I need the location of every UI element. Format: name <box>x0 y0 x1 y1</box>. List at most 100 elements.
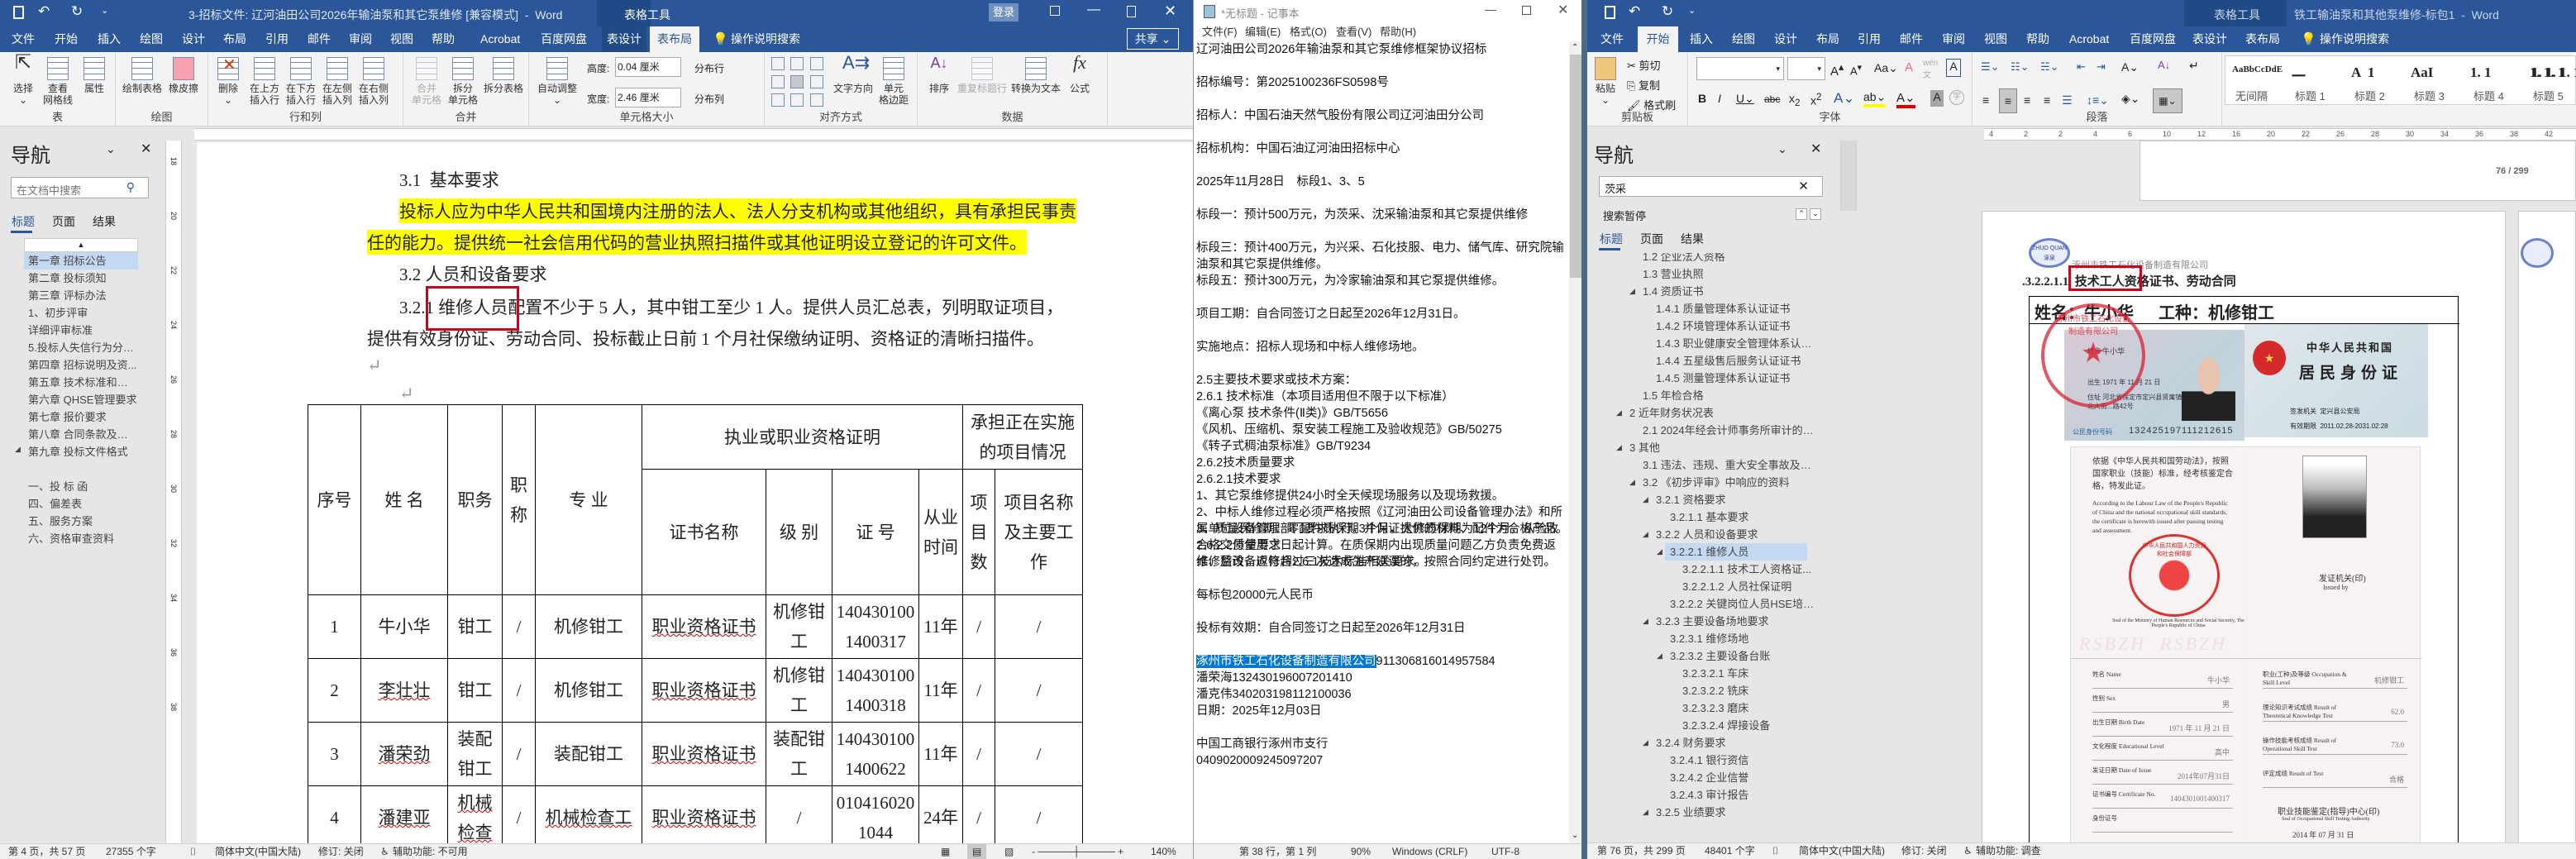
text-direction-button[interactable]: A⇉ 文字方向 <box>832 54 874 95</box>
copy-button[interactable]: ⎘ 复制 <box>1627 77 1660 93</box>
vertical-ruler[interactable]: 18 20 22 24 26 28 30 32 34 36 38 <box>165 141 182 843</box>
nav-heading-item[interactable]: 六、资格审查资料 <box>24 530 138 547</box>
align-left-button[interactable]: ≡ <box>1982 93 1989 107</box>
expand-arrow-icon[interactable]: ◢ <box>1616 408 1622 418</box>
nav-heading-item[interactable]: 3.1 违法、违规、重大安全事故及其... <box>1643 456 1819 474</box>
tab-baidu-netdisk[interactable]: 百度网盘 <box>2125 26 2181 52</box>
text-effects-button[interactable]: A⌄ <box>1834 90 1855 107</box>
nav-heading-item[interactable]: 1、初步评审 <box>24 304 138 322</box>
tab-file[interactable]: 文件 <box>1596 26 1629 52</box>
subscript-button[interactable]: x2 <box>1789 92 1800 108</box>
style-sample[interactable]: A 1 <box>2351 64 2374 81</box>
sort-button[interactable]: A↓ <box>2158 59 2170 71</box>
style-label[interactable]: 标题 2 <box>2354 88 2385 103</box>
nav-heading-item[interactable]: 3.2.3.2 主要设备台账 <box>1670 647 1770 665</box>
status-track-changes[interactable]: 修订: 关闭 <box>318 844 364 859</box>
nav-heading-item[interactable]: 1.2 企业法人资格 <box>1643 253 1725 265</box>
expand-arrow-icon[interactable]: ◢ <box>1643 495 1648 504</box>
undo-icon[interactable]: ↶ <box>38 3 50 20</box>
clear-formatting-icon[interactable]: A <box>1905 60 1913 74</box>
tab-draw[interactable]: 绘图 <box>1727 26 1760 52</box>
increase-indent-button[interactable]: ⇥ <box>2097 60 2106 74</box>
zoom-slider[interactable]: - ─────┼───── + <box>1032 844 1123 859</box>
previous-result-button[interactable]: ⌃ <box>1796 208 1807 220</box>
shrink-font-button[interactable]: A▾ <box>1850 62 1862 77</box>
nav-heading-item[interactable]: 3.2.2 人员和设备要求 <box>1656 526 1758 543</box>
nav-heading-item[interactable]: 第三章 评标办法 <box>24 287 138 304</box>
tell-me-search[interactable]: 操作说明搜索 <box>2315 26 2394 52</box>
nav-heading-item[interactable]: 第七章 报价要求 <box>24 408 138 426</box>
insert-above-button[interactable]: 在上方 插入行 <box>246 57 283 106</box>
font-name-select[interactable]: ▾ <box>1696 57 1784 80</box>
superscript-button[interactable]: x2 <box>1810 92 1821 107</box>
expand-arrow-icon[interactable]: ◢ <box>15 445 21 454</box>
nav-heading-item[interactable]: 3.2.4.1 银行资信 <box>1670 752 1748 769</box>
expand-arrow-icon[interactable]: ◢ <box>1629 287 1635 296</box>
tab-baidu-netdisk[interactable]: 百度网盘 <box>536 26 592 52</box>
cut-button[interactable]: ✂ 剪切 <box>1627 57 1661 73</box>
ribbon-display-icon[interactable] <box>1050 6 1060 16</box>
menu-file[interactable]: 文件(F) <box>1202 23 1238 39</box>
vertical-ruler-lower[interactable] <box>1827 141 1839 843</box>
merge-cells-button[interactable]: 合并 单元格 <box>408 57 445 106</box>
nav-options-chevron-icon[interactable]: ⌄ <box>1777 142 1787 156</box>
font-color-button[interactable]: A⌄ <box>1896 90 1915 108</box>
insert-left-button[interactable]: 在左侧 插入列 <box>319 57 355 106</box>
nav-tab-pages[interactable]: 页面 <box>1640 231 1663 247</box>
formula-button[interactable]: fx 公式 <box>1063 54 1096 95</box>
nav-search-input[interactable]: 在文档中搜索 ⚲ <box>11 177 149 198</box>
style-sample[interactable]: 一 <box>2292 64 2306 85</box>
nav-heading-item[interactable]: 5.投标人失信行为分级... <box>24 339 138 356</box>
nav-tab-headings[interactable]: 标题 <box>1600 231 1623 247</box>
nav-heading-item[interactable]: 第四章 招标说明及资... <box>24 356 138 374</box>
tab-design[interactable]: 设计 <box>1769 26 1802 52</box>
undo-icon[interactable]: ↶ <box>1629 3 1640 20</box>
horizontal-ruler[interactable] <box>194 128 1193 141</box>
nav-heading-item[interactable]: 1.4.2 环境管理体系认证证书 <box>1656 317 1791 335</box>
nav-heading-item[interactable]: 第九章 投标文件格式 <box>24 443 138 461</box>
nav-tab-headings[interactable]: 标题 <box>12 213 35 230</box>
search-icon[interactable]: ⚲ <box>126 180 135 194</box>
vertical-scrollbar[interactable]: ⌃ ⌄ <box>1569 41 1581 843</box>
nav-heading-item[interactable]: 1.4 资质证书 <box>1643 283 1704 300</box>
style-sample[interactable]: 1. 1. 1. 1 <box>2531 64 2576 81</box>
status-accessibility[interactable]: 辅助功能: 调查 <box>1976 843 2041 858</box>
repeat-header-rows-button[interactable]: 重复标题行 <box>956 57 1009 94</box>
tab-home[interactable]: 开始 <box>50 26 83 52</box>
strikethrough-button[interactable]: abc <box>1764 93 1780 105</box>
next-result-button[interactable]: ⌄ <box>1810 208 1821 220</box>
nav-heading-item[interactable]: 五、服务方案 <box>24 513 138 530</box>
status-language[interactable]: 简体中文(中国大陆) <box>1799 843 1885 858</box>
phonetic-guide-icon[interactable]: wén 文 <box>1923 59 1938 80</box>
nav-heading-item[interactable]: 1.4.3 职业健康安全管理体系认证... <box>1656 335 1819 352</box>
nav-heading-item[interactable]: 1.4.1 质量管理体系认证证书 <box>1656 300 1791 317</box>
tab-insert[interactable]: 插入 <box>1685 26 1718 52</box>
distribute-rows-button[interactable]: 分布行 <box>694 61 724 75</box>
nav-heading-item[interactable]: 3.2.4.3 审计报告 <box>1670 786 1748 804</box>
close-button[interactable]: ✕ <box>1164 2 1176 20</box>
tab-layout[interactable]: 布局 <box>1811 26 1844 52</box>
font-size-select[interactable]: ▾ <box>1787 57 1825 80</box>
line-spacing-button[interactable]: ↕≡⌄ <box>2087 93 2109 107</box>
menu-view[interactable]: 查看(V) <box>1336 23 1371 39</box>
nav-heading-item[interactable]: 1.3 营业执照 <box>1643 265 1704 283</box>
redo-icon[interactable]: ↻ <box>1662 3 1673 20</box>
change-case-button[interactable]: Aa⌄ <box>1874 61 1898 75</box>
delete-button[interactable]: ✕ 删除 ⌄ <box>213 57 243 106</box>
nav-heading-item[interactable]: 3.2.3.2.4 焊接设备 <box>1682 717 1770 734</box>
character-shading-icon[interactable]: A <box>1930 90 1944 107</box>
bold-button[interactable]: B <box>1698 92 1706 105</box>
nav-options-chevron-icon[interactable]: ⌄ <box>106 142 116 156</box>
nav-heading-item[interactable]: 3.2.2.1.2 人员社保证明 <box>1682 578 1791 595</box>
tab-table-layout[interactable]: 表布局 <box>650 26 699 52</box>
italic-button[interactable]: I <box>1718 92 1721 105</box>
nav-heading-item[interactable]: 2.1 2024年经会计师事务所审计的财... <box>1643 422 1819 439</box>
distributed-button[interactable]: ☰ <box>2062 93 2073 107</box>
proofing-icon[interactable]: ⌷ <box>1772 843 1778 858</box>
expand-arrow-icon[interactable]: ◢ <box>1643 808 1648 817</box>
tab-view[interactable]: 视图 <box>385 26 418 52</box>
style-label[interactable]: 标题 4 <box>2473 88 2504 103</box>
customize-qat-icon[interactable]: ⌄ <box>101 5 108 16</box>
numbering-button[interactable]: ☷⌄ <box>2011 60 2030 74</box>
scroll-down-arrow[interactable]: ⌄ <box>1572 831 1578 840</box>
